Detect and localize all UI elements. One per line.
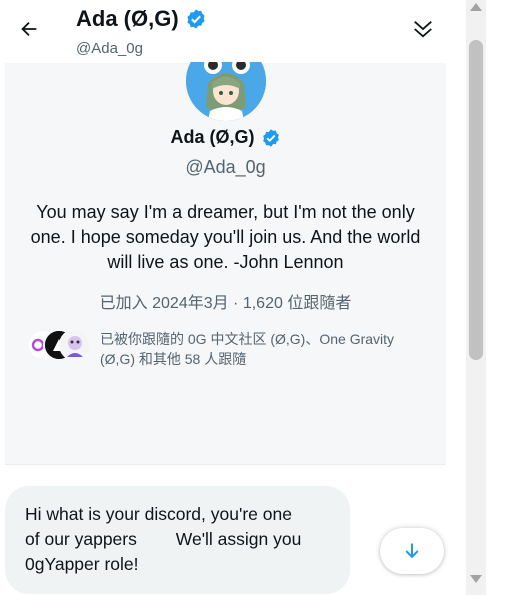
conversation-header: Ada (Ø,G) @Ada_0g (0, 0, 466, 62)
message-text: Hi what is your discord, you're one of o… (25, 504, 302, 574)
cartoon-avatar-icon (61, 331, 89, 359)
header-display-name[interactable]: Ada (Ø,G) (76, 6, 207, 32)
right-gutter (486, 0, 520, 595)
arrow-down-icon (405, 543, 419, 559)
scroll-to-bottom-button[interactable] (380, 528, 444, 574)
profile-handle: @Ada_0g (185, 157, 266, 177)
avatar[interactable] (186, 57, 266, 121)
scrollbar-thumb[interactable] (469, 40, 483, 360)
header-handle: @Ada_0g (76, 40, 143, 57)
arrow-left-icon (21, 21, 37, 37)
profile-card[interactable]: Ada (Ø,G) @Ada_0g You may say I'm a drea… (5, 57, 446, 465)
message-bubble[interactable]: Hi what is your discord, you're one of o… (5, 486, 350, 594)
scroll-down-arrow-icon[interactable] (470, 575, 482, 583)
header-name-text: Ada (Ø,G) (76, 6, 179, 31)
avatar-clip (186, 57, 266, 121)
known-followers-text[interactable]: 已被你跟隨的 0G 中文社区 (Ø,G)、One Gravity (Ø,G) 和… (100, 329, 400, 369)
back-button[interactable] (12, 12, 46, 46)
profile-name-text: Ada (Ø,G) (170, 127, 255, 147)
verified-badge-icon (187, 9, 205, 29)
joined-and-followers: 已加入 2024年3月 · 1,620 位跟隨者 (99, 295, 352, 312)
follower-avatar-cartoon (59, 329, 91, 361)
known-followers[interactable]: 已被你跟隨的 0G 中文社区 (Ø,G)、One Gravity (Ø,G) 和… (27, 327, 427, 371)
collapse-button[interactable] (406, 12, 440, 46)
anime-avatar-icon (186, 57, 266, 121)
double-chevron-down-icon (414, 20, 432, 38)
profile-bio: You may say I'm a dreamer, but I'm not t… (30, 202, 421, 272)
scroll-up-arrow-icon[interactable] (470, 3, 482, 11)
vertical-scrollbar[interactable] (466, 0, 486, 595)
verified-badge-icon (262, 128, 279, 147)
profile-display-name[interactable]: Ada (Ø,G) (5, 127, 446, 148)
